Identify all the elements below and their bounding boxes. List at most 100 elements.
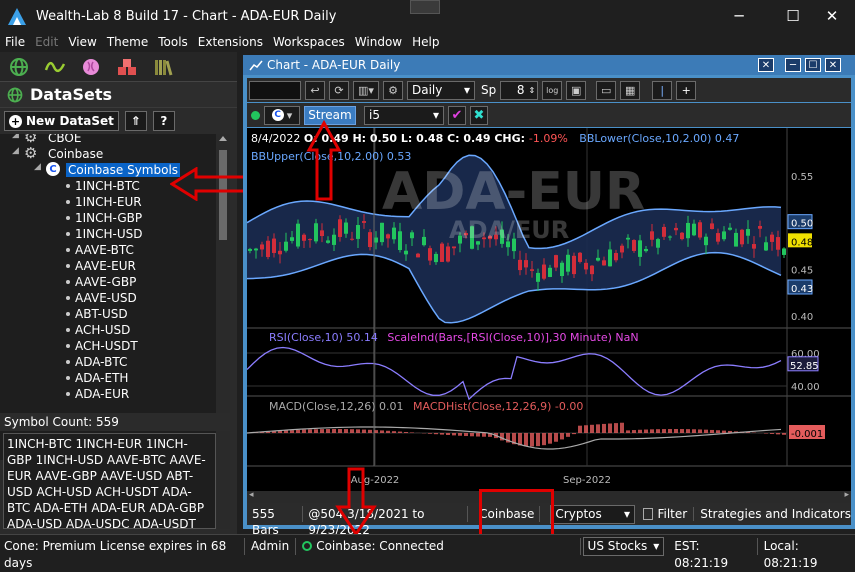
local-clock: Local: 08:21:19 xyxy=(758,538,855,555)
chart-minimize-button[interactable]: ─ xyxy=(785,58,801,72)
cancel-x-icon[interactable]: ✖ xyxy=(470,106,488,125)
globe-icon[interactable] xyxy=(8,56,30,78)
wave-icon[interactable] xyxy=(44,56,66,78)
log-scale-button[interactable]: log xyxy=(542,81,562,100)
macd-hist-bar xyxy=(374,430,378,433)
chart-close-button[interactable]: ✕ xyxy=(825,58,841,72)
coinbase-icon: C xyxy=(272,109,284,121)
market-hours-value: US Stocks xyxy=(588,539,648,553)
menu-bar: FileEditViewThemeToolsExtensionsWorkspac… xyxy=(0,32,855,52)
filter-checkbox[interactable] xyxy=(643,508,653,520)
confirm-check-icon[interactable]: ✔ xyxy=(448,106,466,125)
library-icon[interactable] xyxy=(152,56,174,78)
market-hours-select[interactable]: US Stocks▾ xyxy=(583,537,665,556)
link-button[interactable]: ↩ xyxy=(305,81,325,100)
brain-icon[interactable] xyxy=(80,56,102,78)
macd-hist-bar xyxy=(638,430,642,433)
candle-body xyxy=(782,248,786,254)
add-button[interactable]: + xyxy=(676,81,696,100)
candle-body xyxy=(398,231,402,250)
symbol-list-text[interactable]: 1INCH-BTC 1INCH-EUR 1INCH-GBP 1INCH-USD … xyxy=(3,433,216,529)
expand-arrow-icon[interactable]: ◢ xyxy=(12,134,19,140)
macd-hist-bar xyxy=(656,429,660,433)
candle-body xyxy=(776,237,780,250)
bullet-icon xyxy=(66,376,70,380)
top-small-button[interactable] xyxy=(410,0,440,14)
macd-hist-bar xyxy=(608,424,612,433)
minimize-button[interactable]: ─ xyxy=(716,0,762,32)
scroll-left-arrow[interactable]: ◂ xyxy=(249,490,254,500)
candle-body xyxy=(542,265,546,279)
candle-body xyxy=(524,260,528,267)
scale-select[interactable]: Daily▾ xyxy=(407,81,475,100)
interval-value: i5 xyxy=(369,108,380,122)
macd-hist-bar xyxy=(404,432,408,433)
camera-button[interactable]: ▣ xyxy=(566,81,586,100)
candle-body xyxy=(644,249,648,251)
symbol-input[interactable] xyxy=(249,81,301,100)
candle-body xyxy=(722,231,726,239)
macd-hist-bar xyxy=(320,429,324,433)
menu-item-tools[interactable]: Tools xyxy=(153,35,193,49)
menu-item-file[interactable]: File xyxy=(0,35,30,49)
macd-hist-bar xyxy=(620,423,624,433)
expand-arrow-icon[interactable]: ◢ xyxy=(12,146,19,156)
help-button[interactable]: ? xyxy=(153,111,175,131)
macd-name: MACD(Close,12,26) 0.01 xyxy=(269,400,404,413)
provider-select[interactable]: C▾ xyxy=(264,106,300,125)
tree-symbol-label: 1INCH-BTC xyxy=(75,179,140,193)
menu-item-view[interactable]: View xyxy=(63,35,101,49)
est-clock: EST: 08:21:19 xyxy=(668,538,757,555)
scroll-right-arrow[interactable]: ▸ xyxy=(844,490,849,500)
menu-item-theme[interactable]: Theme xyxy=(102,35,153,49)
macd-hist-bar xyxy=(470,433,474,436)
cubes-icon[interactable] xyxy=(116,56,138,78)
candle-body xyxy=(554,255,558,267)
expand-arrow-icon[interactable]: ◢ xyxy=(34,162,41,172)
layout-button[interactable]: ▭ xyxy=(596,81,616,100)
status-bar: Cone: Premium License expires in 68 days… xyxy=(0,534,855,557)
candle-body xyxy=(608,249,612,266)
user-status: Admin xyxy=(245,538,296,555)
menu-item-window[interactable]: Window xyxy=(350,35,407,49)
filter-label: Filter xyxy=(657,507,694,521)
candle-body xyxy=(452,246,456,248)
connection-dot-icon xyxy=(302,541,312,551)
rsi-axis-label: 52.85 xyxy=(790,361,819,372)
ticker-refresh-button[interactable]: ⟳ xyxy=(329,81,349,100)
candle-body xyxy=(626,238,630,240)
market-select[interactable]: Cryptos▾ xyxy=(550,505,635,524)
candle-body xyxy=(320,230,324,236)
bar-count: 555 Bars xyxy=(247,506,303,522)
datasets-toolbar: + New DataSet ⇑ ? xyxy=(0,108,237,134)
new-dataset-button[interactable]: + New DataSet xyxy=(4,111,119,131)
settings-gear-icon[interactable]: ⚙ xyxy=(383,81,403,100)
scroll-up-arrow[interactable] xyxy=(219,136,227,141)
macd-hist-bar xyxy=(536,433,540,446)
move-up-button[interactable]: ⇑ xyxy=(125,111,147,131)
calendar-button[interactable]: ▦ xyxy=(620,81,640,100)
menu-item-extensions[interactable]: Extensions xyxy=(193,35,268,49)
close-button[interactable]: ✕ xyxy=(809,0,855,32)
interval-select[interactable]: i5▾ xyxy=(364,106,444,125)
menu-item-workspaces[interactable]: Workspaces xyxy=(268,35,350,49)
cursor-line-button[interactable]: | xyxy=(652,81,672,100)
chart-maximize-button[interactable]: ☐ xyxy=(805,58,821,72)
macd-hist-bar xyxy=(548,433,552,444)
candle-body xyxy=(356,225,360,239)
menu-item-edit[interactable]: Edit xyxy=(30,35,63,49)
macd-hist-bar xyxy=(482,433,486,437)
chart-icon xyxy=(249,59,263,71)
tree-symbol-label: AAVE-USD xyxy=(75,291,137,305)
price-axis-label: 0.48 xyxy=(791,237,813,248)
tree-symbol-label: AAVE-BTC xyxy=(75,243,134,257)
sp-stepper[interactable]: 8⇕ xyxy=(500,81,538,100)
symbol-list-scrollbar[interactable] xyxy=(217,433,230,529)
strategies-label[interactable]: Strategies and Indicators xyxy=(700,507,851,521)
chart-style-button[interactable]: ▥▾ xyxy=(353,81,379,100)
macd-hist-bar xyxy=(572,433,576,434)
chart-toolbar-top: ↩ ⟳ ▥▾ ⚙ Daily▾ Sp 8⇕ log ▣ ▭ ▦ | + xyxy=(247,78,851,102)
chart-close-x-button[interactable]: ✕ xyxy=(758,58,774,72)
bullet-icon xyxy=(66,200,70,204)
menu-item-help[interactable]: Help xyxy=(407,35,444,49)
